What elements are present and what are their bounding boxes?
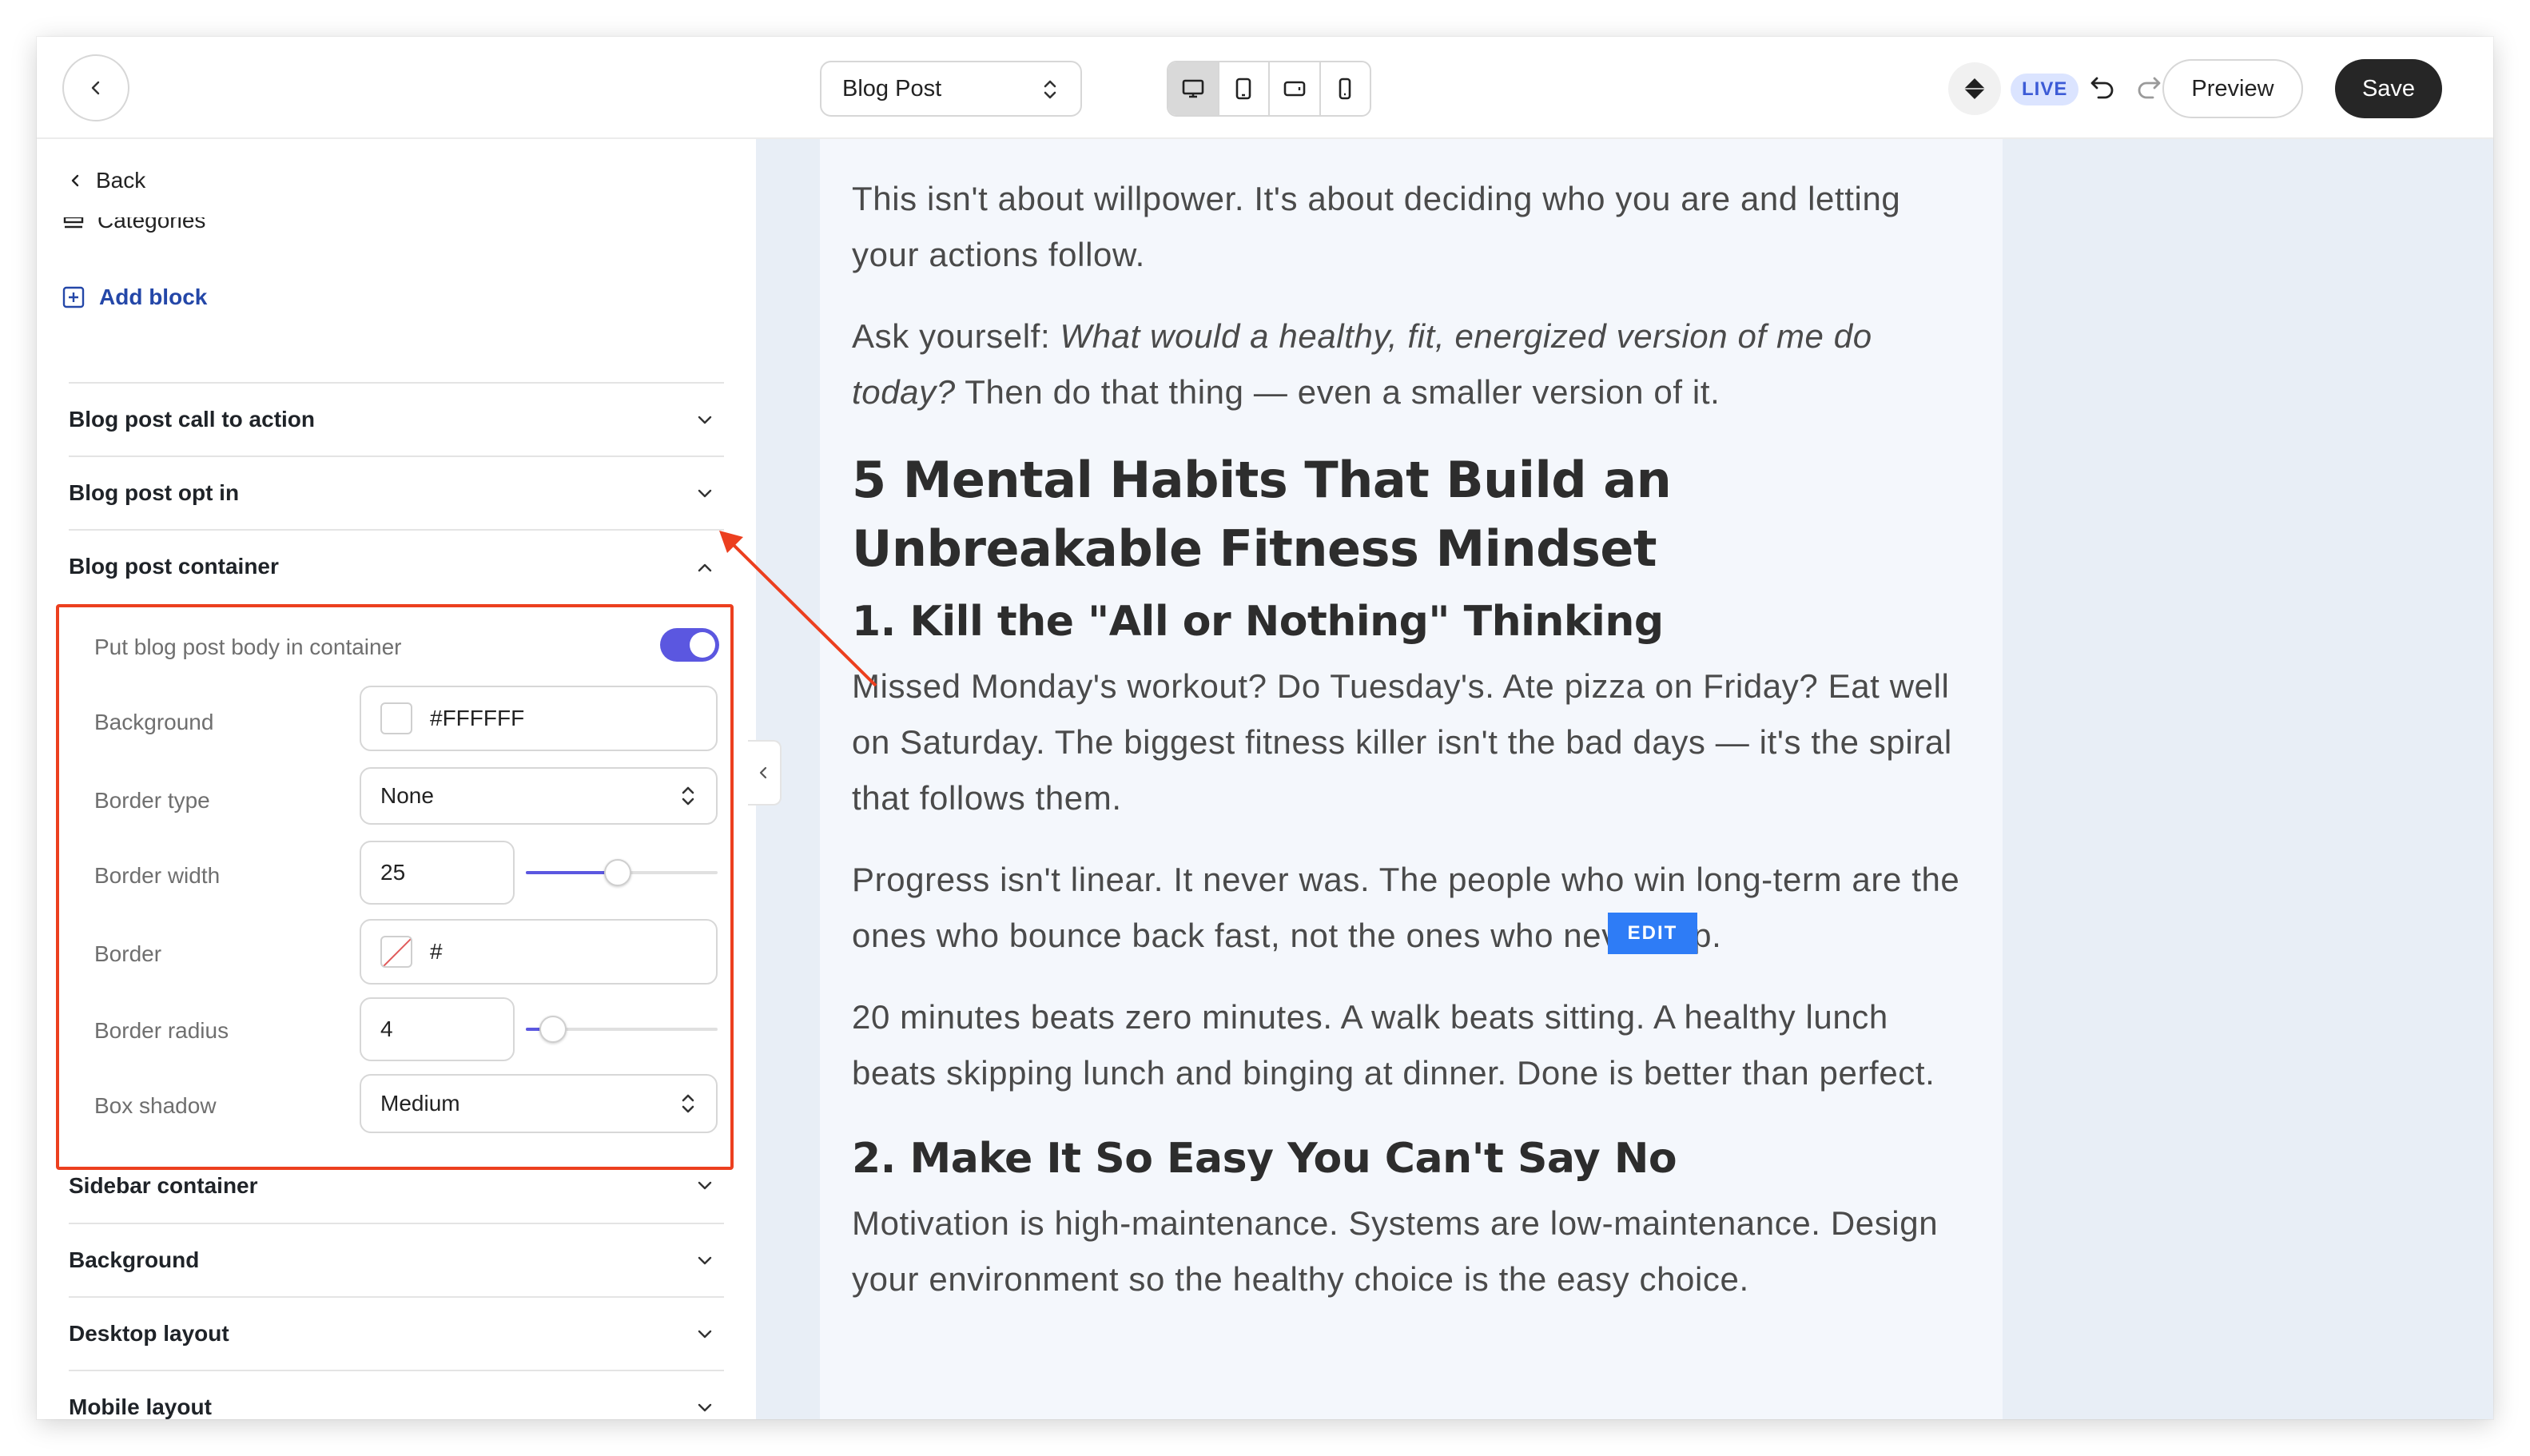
chevron-down-icon [698, 489, 712, 498]
border-width-slider[interactable] [526, 859, 718, 886]
accordion-title: Blog post opt in [69, 480, 240, 505]
updown-chevron-icon [1044, 80, 1056, 99]
paragraph: Missed Monday's workout? Do Tuesday's. A… [852, 667, 1952, 817]
add-block-label: Add block [99, 284, 208, 309]
background-color-value: #FFFFFF [430, 706, 525, 730]
blog-post-body[interactable]: This isn't about willpower. It's about d… [820, 139, 2003, 1419]
slider-thumb[interactable] [539, 1016, 567, 1043]
sidebar-item-categories-label: Categories [97, 217, 206, 233]
live-status-badge: LIVE [2011, 74, 2079, 105]
device-mobile-button[interactable] [1321, 62, 1370, 115]
redo-icon[interactable] [2132, 70, 2164, 102]
toggle-knob [690, 632, 715, 658]
sidebar-back-link[interactable]: Back [67, 168, 145, 193]
accordion-title: Desktop layout [69, 1321, 229, 1346]
save-button[interactable]: Save [2335, 59, 2442, 118]
chevron-left-icon [71, 174, 79, 187]
accordion-title: Blog post container [69, 554, 279, 579]
background-label: Background [94, 710, 214, 734]
container-toggle[interactable] [660, 628, 719, 662]
tablet-icon [1235, 78, 1251, 100]
top-bar: Blog Post LIVE Preview Save [37, 37, 2493, 139]
desktop-icon [1182, 79, 1204, 98]
chevron-left-icon [759, 766, 767, 779]
tablet-landscape-icon [1283, 81, 1306, 97]
border-radius-label: Border radius [94, 1018, 229, 1043]
border-type-label: Border type [94, 788, 210, 813]
diamond-menu-button[interactable] [1948, 62, 2001, 115]
app-window: Blog Post LIVE Preview Save Back Categor… [37, 37, 2493, 1419]
sidebar-item-categories[interactable]: Categories [62, 217, 205, 240]
page-select-value: Blog Post [842, 75, 942, 101]
updown-chevron-icon [682, 786, 694, 806]
chevron-down-icon [698, 1330, 712, 1339]
accordion-title: Sidebar container [69, 1173, 258, 1198]
chevron-left-icon [91, 81, 100, 95]
accordion-blog-post-call-to-action[interactable]: Blog post call to action [69, 382, 724, 455]
accordion-desktop-layout[interactable]: Desktop layout [69, 1296, 724, 1370]
paragraph-start: Ask yourself: [852, 317, 1060, 355]
border-radius-slider[interactable] [526, 1016, 718, 1043]
updown-chevron-icon [682, 1094, 694, 1113]
undo-icon[interactable] [2087, 70, 2119, 102]
border-radius-value: 4 [380, 1016, 393, 1041]
chevron-down-icon [698, 1403, 712, 1412]
device-switcher [1167, 61, 1371, 117]
heading-habit-2: 2. Make It So Easy You Can't Say No [852, 1135, 1677, 1183]
box-shadow-select[interactable]: Medium [360, 1074, 718, 1133]
box-shadow-label: Box shadow [94, 1093, 217, 1118]
paragraph: 20 minutes beats zero minutes. A walk be… [852, 998, 1935, 1092]
slider-thumb[interactable] [604, 859, 632, 886]
accordion-title: Mobile layout [69, 1394, 212, 1419]
paragraph-end: Then do that thing — even a smaller vers… [955, 373, 1720, 411]
device-desktop-button[interactable] [1168, 62, 1219, 115]
accordion-title: Background [69, 1247, 200, 1272]
chevron-down-icon [698, 1256, 712, 1265]
color-swatch-none[interactable] [380, 936, 412, 968]
mobile-icon [1339, 78, 1351, 100]
accordion-blog-post-opt-in[interactable]: Blog post opt in [69, 455, 724, 529]
exit-editor-button[interactable] [62, 54, 129, 121]
device-tablet-button[interactable] [1219, 62, 1270, 115]
border-width-value: 25 [380, 860, 406, 885]
accordion-background[interactable]: Background [69, 1223, 724, 1296]
settings-sidebar: Back Categories Add block Blog post call… [37, 139, 756, 1419]
heading-habit-1: 1. Kill the "All or Nothing" Thinking [852, 598, 1664, 646]
heading-main: 5 Mental Habits That Build an Unbreakabl… [852, 451, 1672, 578]
list-icon [63, 217, 84, 229]
background-color-field[interactable]: #FFFFFF [360, 686, 718, 751]
edit-block-button[interactable]: EDIT [1608, 913, 1697, 954]
accordion-blog-post-container[interactable]: Blog post container [69, 529, 724, 603]
paragraph: Ask yourself: What would a healthy, fit,… [852, 308, 1971, 420]
accordion-sidebar-container[interactable]: Sidebar container [69, 1149, 724, 1223]
add-block-button[interactable]: Add block [62, 284, 207, 310]
border-type-select[interactable]: None [360, 767, 718, 825]
preview-button[interactable]: Preview [2162, 59, 2303, 118]
border-radius-input[interactable]: 4 [360, 997, 515, 1061]
border-width-input[interactable]: 25 [360, 841, 515, 905]
chevron-down-icon [698, 1181, 712, 1190]
border-color-field[interactable]: # [360, 919, 718, 985]
diamond-icon [1964, 78, 1985, 99]
chevron-up-icon [698, 563, 712, 572]
box-shadow-value: Medium [380, 1091, 460, 1116]
color-swatch[interactable] [380, 702, 412, 734]
chevron-down-icon [698, 416, 712, 424]
plus-square-icon [62, 286, 85, 308]
accordion-title: Blog post call to action [69, 407, 316, 432]
paragraph: This isn't about willpower. It's about d… [852, 180, 1901, 273]
page-select[interactable]: Blog Post [820, 61, 1082, 117]
preview-canvas: This isn't about willpower. It's about d… [756, 139, 2493, 1419]
device-tablet-landscape-button[interactable] [1270, 62, 1321, 115]
paragraph: Progress isn't linear. It never was. The… [852, 861, 1960, 954]
border-width-label: Border width [94, 863, 221, 888]
container-toggle-label: Put blog post body in container [94, 635, 402, 659]
sidebar-back-label: Back [96, 168, 146, 193]
border-type-value: None [380, 783, 434, 808]
accordion-mobile-layout[interactable]: Mobile layout [69, 1370, 724, 1419]
paragraph: Motivation is high-maintenance. Systems … [852, 1204, 1939, 1298]
border-color-value: # [430, 939, 443, 964]
collapse-sidebar-button[interactable] [748, 740, 782, 806]
border-label: Border [94, 941, 162, 966]
